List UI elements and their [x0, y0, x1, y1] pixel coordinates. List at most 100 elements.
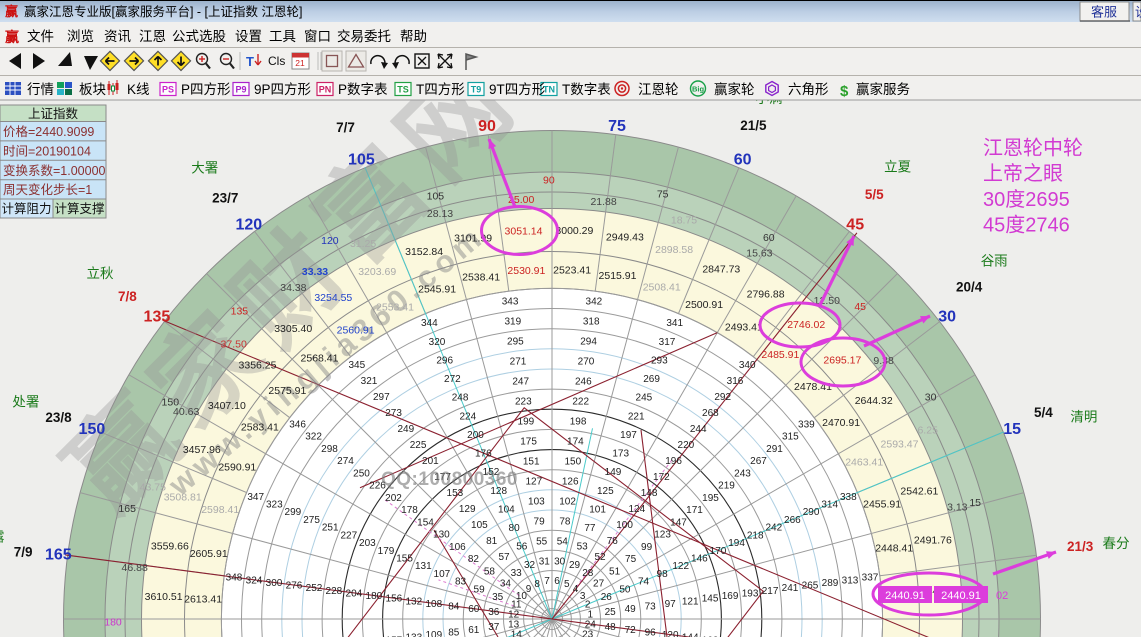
svg-text:102: 102	[559, 496, 576, 507]
svg-text:江恩: 江恩	[139, 29, 166, 44]
svg-text:274: 274	[337, 456, 354, 467]
svg-text:78: 78	[559, 516, 571, 527]
svg-text:23/8: 23/8	[45, 410, 72, 425]
svg-text:124: 124	[628, 504, 645, 515]
svg-text:25: 25	[605, 607, 617, 618]
svg-text:249: 249	[397, 424, 414, 435]
svg-text:21: 21	[295, 58, 305, 68]
svg-text:3407.10: 3407.10	[208, 400, 246, 412]
svg-text:129: 129	[459, 504, 476, 515]
svg-text:六角形: 六角形	[788, 82, 829, 97]
svg-text:175: 175	[520, 436, 537, 447]
svg-text:120: 120	[321, 235, 339, 247]
svg-text:15.63: 15.63	[746, 248, 772, 260]
svg-text:273: 273	[385, 408, 402, 419]
svg-text:224: 224	[459, 411, 476, 422]
svg-text:9P四方形: 9P四方形	[254, 82, 312, 97]
svg-text:105: 105	[471, 520, 488, 531]
svg-text:23/7: 23/7	[212, 190, 238, 205]
svg-text:60: 60	[763, 232, 775, 244]
svg-text:293: 293	[651, 355, 668, 366]
svg-text:清明: 清明	[1070, 409, 1097, 424]
svg-text:P四方形: P四方形	[181, 82, 231, 97]
svg-text:2440.91: 2440.91	[941, 590, 981, 602]
svg-text:147: 147	[670, 517, 687, 528]
svg-text:220: 220	[678, 440, 695, 451]
svg-text:150: 150	[162, 397, 180, 409]
svg-text:32: 32	[524, 560, 536, 571]
svg-text:145: 145	[702, 594, 719, 605]
svg-text:K线: K线	[127, 82, 150, 97]
svg-text:104: 104	[498, 504, 515, 515]
svg-text:246: 246	[575, 377, 592, 388]
svg-text:2605.91: 2605.91	[190, 548, 228, 560]
svg-text:7/8: 7/8	[118, 289, 137, 304]
svg-text:81: 81	[486, 536, 498, 547]
svg-text:251: 251	[322, 523, 339, 534]
svg-text:322: 322	[305, 432, 322, 443]
svg-text:文件: 文件	[27, 29, 54, 44]
svg-text:2598.41: 2598.41	[201, 504, 239, 516]
svg-text:30: 30	[554, 556, 566, 567]
svg-text:318: 318	[583, 317, 600, 328]
svg-text:75: 75	[608, 118, 626, 135]
svg-text:150: 150	[564, 456, 581, 467]
svg-text:立秋: 立秋	[87, 266, 114, 281]
svg-text:2485.91: 2485.91	[761, 349, 799, 361]
svg-text:171: 171	[686, 505, 703, 516]
svg-text:320: 320	[429, 337, 446, 348]
svg-text:340: 340	[739, 360, 756, 371]
svg-text:行情: 行情	[27, 82, 54, 97]
svg-text:P数字表: P数字表	[338, 82, 388, 97]
svg-text:2949.43: 2949.43	[606, 231, 644, 243]
svg-text:45: 45	[846, 216, 864, 233]
svg-text:5: 5	[564, 579, 570, 590]
svg-text:赢: 赢	[5, 4, 18, 19]
svg-text:196: 196	[665, 456, 682, 467]
svg-text:218: 218	[747, 530, 764, 541]
svg-text:292: 292	[714, 392, 731, 403]
svg-text:321: 321	[361, 376, 378, 387]
svg-text:269: 269	[643, 374, 660, 385]
svg-text:266: 266	[784, 515, 801, 526]
svg-text:18.75: 18.75	[671, 214, 697, 226]
svg-text:2: 2	[585, 600, 591, 611]
svg-text:46.88: 46.88	[122, 562, 148, 574]
svg-text:变换系数=1.00000: 变换系数=1.00000	[3, 163, 106, 178]
svg-text:85: 85	[448, 627, 460, 637]
svg-text:3000.29: 3000.29	[555, 225, 593, 237]
svg-text:设: 设	[1135, 5, 1141, 20]
svg-text:30度2695: 30度2695	[983, 188, 1070, 211]
svg-text:268: 268	[702, 408, 719, 419]
svg-text:59: 59	[474, 584, 486, 595]
svg-text:谷雨: 谷雨	[981, 253, 1008, 268]
svg-text:203: 203	[359, 538, 376, 549]
svg-text:02: 02	[996, 590, 1008, 602]
svg-text:31.25: 31.25	[350, 238, 376, 250]
svg-text:338: 338	[840, 492, 857, 503]
svg-text:处署: 处署	[12, 395, 39, 410]
svg-text:50: 50	[619, 584, 631, 595]
svg-text:板块: 板块	[79, 82, 106, 97]
svg-text:7/7: 7/7	[336, 120, 355, 135]
svg-text:浏览: 浏览	[67, 29, 94, 44]
svg-text:价格=2440.9099: 价格=2440.9099	[3, 124, 94, 139]
svg-text:316: 316	[727, 376, 744, 387]
svg-text:77: 77	[584, 523, 596, 534]
svg-text:资讯: 资讯	[104, 29, 131, 44]
svg-text:176: 176	[475, 449, 492, 460]
svg-text:243: 243	[734, 468, 751, 479]
svg-text:199: 199	[518, 416, 535, 427]
svg-text:222: 222	[572, 396, 589, 407]
svg-text:80: 80	[509, 523, 521, 534]
svg-text:31: 31	[539, 556, 551, 567]
svg-text:帮助: 帮助	[400, 29, 427, 44]
svg-text:7/9: 7/9	[14, 545, 33, 560]
svg-text:2553.41: 2553.41	[376, 301, 414, 313]
svg-text:223: 223	[515, 396, 532, 407]
svg-text:20/4: 20/4	[956, 280, 983, 295]
svg-text:101: 101	[589, 504, 606, 515]
svg-text:343: 343	[502, 297, 519, 308]
svg-text:193: 193	[742, 588, 759, 599]
svg-text:217: 217	[762, 586, 779, 597]
